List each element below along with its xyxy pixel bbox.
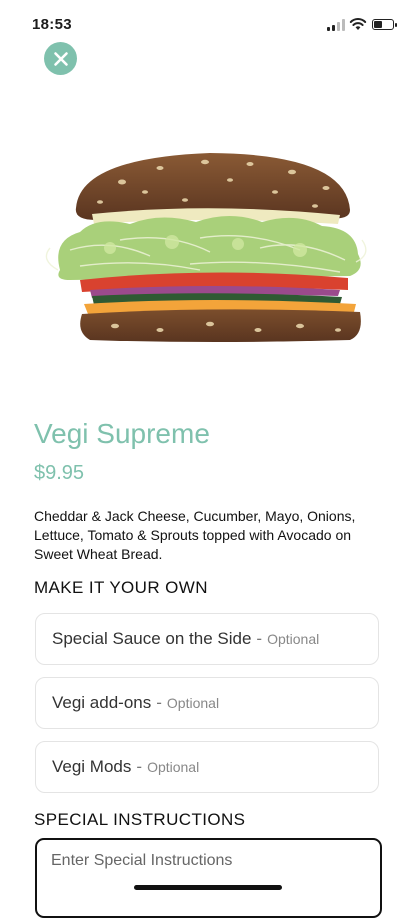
battery-icon	[372, 19, 397, 30]
status-time: 18:53	[32, 16, 72, 33]
option-separator: -	[156, 693, 162, 712]
special-instructions-input[interactable]	[35, 838, 382, 918]
close-icon	[53, 51, 68, 66]
product-price: $9.95	[34, 462, 85, 484]
option-separator: -	[136, 757, 143, 776]
option-label: Special Sauce on the Side	[52, 629, 252, 648]
product-description: Cheddar & Jack Cheese, Cucumber, Mayo, O…	[34, 508, 356, 562]
option-tag: Optional	[147, 759, 200, 775]
cellular-signal-icon	[327, 19, 345, 31]
option-special-sauce[interactable]: Special Sauce on the Side - Optional	[35, 613, 379, 665]
option-vegi-mods[interactable]: Vegi Mods - Optional	[35, 741, 379, 793]
option-tag: Optional	[166, 695, 220, 711]
close-button[interactable]	[44, 42, 77, 75]
option-label: Vegi Mods	[52, 757, 132, 776]
home-indicator	[134, 885, 282, 890]
instructions-heading: SPECIAL INSTRUCTIONS	[34, 810, 246, 829]
wifi-icon	[349, 18, 367, 30]
option-tag: Optional	[267, 631, 320, 647]
option-label: Vegi add-ons	[52, 693, 152, 712]
product-title: Vegi Supreme	[34, 418, 210, 449]
option-separator: -	[256, 629, 263, 648]
customize-heading: MAKE IT YOUR OWN	[34, 578, 208, 597]
status-bar: 18:53	[0, 0, 415, 44]
option-vegi-add-ons[interactable]: Vegi add-ons - Optional	[35, 677, 379, 729]
product-image	[45, 153, 367, 342]
